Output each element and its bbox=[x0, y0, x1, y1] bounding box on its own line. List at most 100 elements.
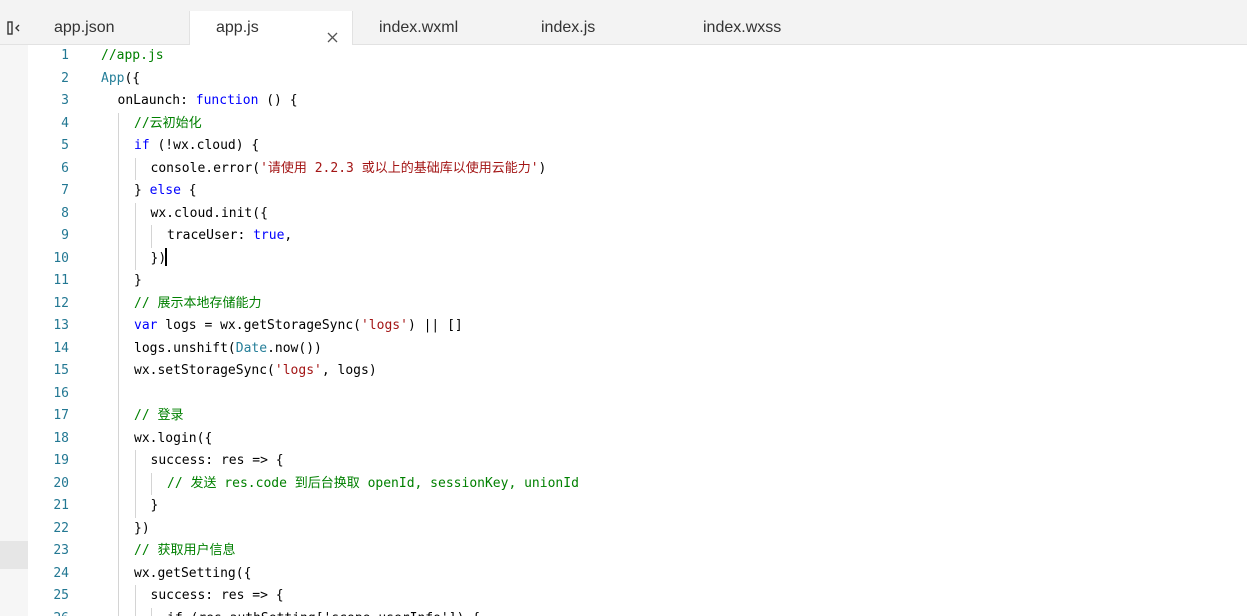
code-line[interactable]: 26 if (res.authSetting['scope.userInfo'])… bbox=[28, 607, 1247, 616]
code-line[interactable]: 16 bbox=[28, 382, 1247, 405]
code-text: success: res => { bbox=[151, 585, 284, 608]
line-number: 10 bbox=[53, 250, 69, 266]
line-number: 7 bbox=[61, 183, 69, 198]
code-line[interactable]: 9 traceUser: true, bbox=[28, 225, 1247, 248]
code-text: success: res => { bbox=[151, 450, 284, 473]
code-line[interactable]: 22}) bbox=[28, 517, 1247, 541]
indent-guide bbox=[118, 405, 119, 428]
code-line[interactable]: 7} else { bbox=[28, 180, 1247, 203]
code-text: wx.cloud.init({ bbox=[151, 203, 268, 226]
indent-guide bbox=[134, 450, 136, 473]
indent-guide bbox=[118, 472, 119, 495]
code-text: // 获取用户信息 bbox=[134, 540, 235, 563]
code-token: if bbox=[134, 138, 150, 153]
line-number: 1 bbox=[61, 48, 69, 63]
code-line[interactable]: 10}) bbox=[28, 247, 1247, 270]
code-line[interactable]: 21} bbox=[28, 495, 1247, 518]
code-editor[interactable]: 1 //app.js 2 App({ 3 onLaunch: function () { 4… bbox=[28, 45, 1247, 616]
code-token: wx.getSetting({ bbox=[134, 565, 252, 581]
code-text: if (res.authSetting['scope.userInfo']) { bbox=[167, 608, 480, 616]
code-token: if (res.authSetting['scope.userInfo']) { bbox=[167, 611, 480, 616]
line-number: 18 bbox=[53, 430, 69, 446]
code-line[interactable]: 11} bbox=[28, 270, 1247, 293]
line-number: 25 bbox=[53, 588, 69, 603]
tab-label: index.wxss bbox=[703, 19, 782, 36]
code-line[interactable]: 3 onLaunch: function () { bbox=[28, 90, 1247, 113]
code-text: wx.getSetting({ bbox=[134, 563, 251, 586]
line-number: 19 bbox=[53, 453, 69, 468]
line-number: 15 bbox=[53, 363, 69, 378]
indent-guide bbox=[118, 202, 119, 225]
line-number: 2 bbox=[61, 70, 69, 86]
code-text: //app.js bbox=[101, 45, 164, 68]
close-icon[interactable] bbox=[327, 22, 338, 43]
code-token: Date bbox=[235, 340, 268, 356]
code-token: (!wx.cloud) { bbox=[149, 138, 260, 153]
code-line[interactable]: 15 wx.setStorageSync('logs', logs) bbox=[28, 360, 1247, 383]
code-line[interactable]: 23 // 获取用户信息 bbox=[28, 540, 1247, 563]
code-line[interactable]: 6 console.error('请使用 2.2.3 或以上的基础库以使用云能力'… bbox=[28, 157, 1247, 180]
code-line[interactable]: 1 //app.js bbox=[28, 45, 1247, 68]
indent-guide bbox=[118, 157, 119, 180]
indent-guide bbox=[151, 472, 152, 495]
code-token: () { bbox=[258, 93, 298, 108]
line-number: 20 bbox=[53, 475, 69, 491]
tab-app-json[interactable]: app.json bbox=[28, 11, 190, 44]
code-token: ({ bbox=[124, 70, 141, 86]
line-number: 3 bbox=[61, 93, 69, 108]
code-token: 'logs' bbox=[274, 363, 322, 378]
code-token: onLaunch: bbox=[117, 93, 196, 108]
indent-guide bbox=[118, 517, 119, 540]
code-line[interactable]: 18 wx.login({ bbox=[28, 427, 1247, 451]
indent-guide bbox=[134, 247, 136, 270]
code-token: success: res => { bbox=[150, 453, 284, 468]
indent-guide bbox=[118, 292, 119, 315]
tab-index-js[interactable]: index.js bbox=[515, 11, 677, 44]
code-line[interactable]: 14 logs.unshift(Date.now()) bbox=[28, 337, 1247, 360]
code-token: function bbox=[195, 93, 259, 108]
code-line[interactable]: 17 // 登录 bbox=[28, 405, 1247, 428]
sidebar-toggle-icon[interactable] bbox=[0, 11, 28, 44]
code-token: 'logs' bbox=[360, 318, 408, 333]
line-number: 22 bbox=[53, 520, 69, 536]
code-line[interactable]: 13 var logs = wx.getStorageSync('logs') |… bbox=[28, 315, 1247, 338]
indent-guide bbox=[118, 337, 119, 360]
code-line[interactable]: 2 App({ bbox=[28, 68, 1247, 91]
line-number: 16 bbox=[53, 385, 69, 401]
code-line[interactable]: 12 // 展示本地存储能力 bbox=[28, 292, 1247, 315]
code-line[interactable]: 8 wx.cloud.init({ bbox=[28, 202, 1247, 226]
code-text: //云初始化 bbox=[134, 113, 202, 136]
code-token: ) bbox=[538, 160, 547, 176]
code-token: }) bbox=[134, 520, 150, 536]
line-number: 13 bbox=[53, 318, 69, 333]
indent-guide bbox=[118, 225, 119, 248]
tab-app-js[interactable]: app.js bbox=[189, 11, 353, 45]
activity-gutter bbox=[0, 45, 28, 616]
code-text: }) bbox=[134, 518, 150, 541]
tab-index-wxss[interactable]: index.wxss bbox=[677, 11, 839, 44]
tab-index-wxml[interactable]: index.wxml bbox=[353, 11, 515, 44]
tab-label: index.wxml bbox=[379, 19, 459, 36]
indent-guide bbox=[118, 135, 119, 158]
code-line[interactable]: 5 if (!wx.cloud) { bbox=[28, 135, 1247, 158]
code-token: wx.cloud.init({ bbox=[150, 205, 268, 221]
code-token: ) || [] bbox=[407, 318, 463, 333]
code-token: }) bbox=[150, 250, 167, 266]
code-line[interactable]: 4 //云初始化 bbox=[28, 112, 1247, 136]
line-number: 24 bbox=[53, 565, 69, 581]
code-line[interactable]: 19 success: res => { bbox=[28, 450, 1247, 473]
code-line[interactable]: 24 wx.getSetting({ bbox=[28, 562, 1247, 586]
code-text: wx.setStorageSync('logs', logs) bbox=[134, 360, 377, 383]
code-token: //app.js bbox=[101, 48, 164, 63]
indent-guide bbox=[134, 495, 136, 518]
code-line[interactable]: 25 success: res => { bbox=[28, 585, 1247, 608]
tab-label: app.js bbox=[216, 19, 259, 36]
code-token: // 获取用户信息 bbox=[134, 543, 236, 558]
indent-guide bbox=[118, 540, 119, 563]
code-text: } bbox=[151, 495, 159, 518]
code-token: logs = wx.getStorageSync( bbox=[157, 318, 361, 333]
code-text: App({ bbox=[101, 68, 140, 91]
code-text: wx.login({ bbox=[134, 428, 212, 451]
code-line[interactable]: 20 // 发送 res.code 到后台换取 openId, sessionKe… bbox=[28, 472, 1247, 495]
indent-guide bbox=[118, 495, 119, 518]
